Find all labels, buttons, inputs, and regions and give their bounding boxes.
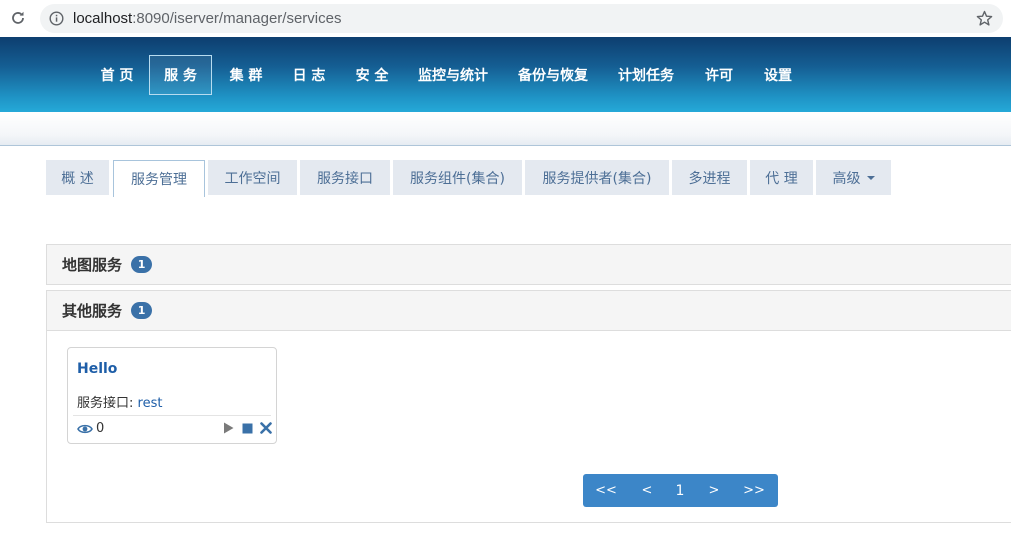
tab-multi-process[interactable]: 多进程: [672, 160, 747, 195]
eye-icon: [77, 422, 93, 436]
service-card: Hello 服务接口: rest 0: [67, 347, 277, 444]
tab-workspace[interactable]: 工作空间: [208, 160, 297, 195]
browser-toolbar: localhost:8090/iserver/manager/services: [0, 0, 1011, 37]
panel-map-services[interactable]: 地图服务 1: [46, 244, 1011, 285]
service-name-link[interactable]: Hello: [77, 361, 117, 377]
reload-icon[interactable]: [9, 9, 27, 27]
url-host: localhost: [73, 10, 133, 27]
caret-down-icon: [866, 175, 875, 180]
pagination-first[interactable]: <<: [589, 474, 623, 507]
tab-service-components[interactable]: 服务组件(集合): [393, 160, 522, 195]
tab-overview[interactable]: 概 述: [46, 160, 109, 195]
pagination: << < 1 > >>: [583, 474, 778, 507]
stop-icon[interactable]: [241, 421, 254, 435]
pagination-prev[interactable]: <: [635, 474, 659, 507]
nav-cluster[interactable]: 集 群: [226, 55, 266, 95]
count-badge: 1: [131, 256, 153, 273]
url-path: :8090/iserver/manager/services: [132, 10, 342, 27]
tab-service-management[interactable]: 服务管理: [113, 160, 205, 197]
bookmark-star-icon[interactable]: [976, 10, 993, 27]
nav-backup[interactable]: 备份与恢复: [515, 55, 591, 95]
address-bar[interactable]: localhost:8090/iserver/manager/services: [40, 4, 1003, 33]
url-text[interactable]: localhost:8090/iserver/manager/services: [73, 9, 341, 28]
nav-home[interactable]: 首 页: [97, 55, 137, 95]
nav-security[interactable]: 安 全: [352, 55, 392, 95]
tab-advanced[interactable]: 高级: [816, 160, 891, 195]
tab-service-interface[interactable]: 服务接口: [300, 160, 390, 195]
service-interface-link[interactable]: rest: [138, 396, 163, 411]
pagination-page-1[interactable]: 1: [668, 474, 692, 507]
view-count: 0: [96, 421, 105, 436]
service-interface-label: 服务接口:: [77, 396, 134, 411]
nav-scheduled-tasks[interactable]: 计划任务: [615, 55, 677, 95]
tab-advanced-label: 高级: [832, 170, 861, 187]
nav-settings[interactable]: 设置: [761, 55, 795, 95]
nav-license[interactable]: 许可: [702, 55, 736, 95]
panel-title: 地图服务: [62, 256, 123, 274]
panel-title: 其他服务: [62, 302, 123, 320]
play-icon[interactable]: [222, 421, 235, 435]
sub-header-band: [0, 112, 1011, 146]
tab-proxy[interactable]: 代 理: [750, 160, 813, 195]
nav-monitoring[interactable]: 监控与统计: [415, 55, 491, 95]
card-divider: [73, 415, 271, 416]
tab-service-providers[interactable]: 服务提供者(集合): [525, 160, 669, 195]
delete-icon[interactable]: [259, 421, 272, 435]
service-interface-line: 服务接口: rest: [77, 392, 162, 411]
panel-other-services[interactable]: 其他服务 1: [46, 290, 1011, 331]
info-icon[interactable]: [49, 11, 64, 26]
pagination-next[interactable]: >: [702, 474, 726, 507]
pagination-last[interactable]: >>: [737, 474, 771, 507]
top-navigation: 首 页 服 务 集 群 日 志 安 全 监控与统计 备份与恢复 计划任务 许可 …: [0, 37, 1011, 112]
nav-logs[interactable]: 日 志: [289, 55, 329, 95]
count-badge: 1: [131, 302, 153, 319]
nav-services[interactable]: 服 务: [149, 55, 212, 95]
